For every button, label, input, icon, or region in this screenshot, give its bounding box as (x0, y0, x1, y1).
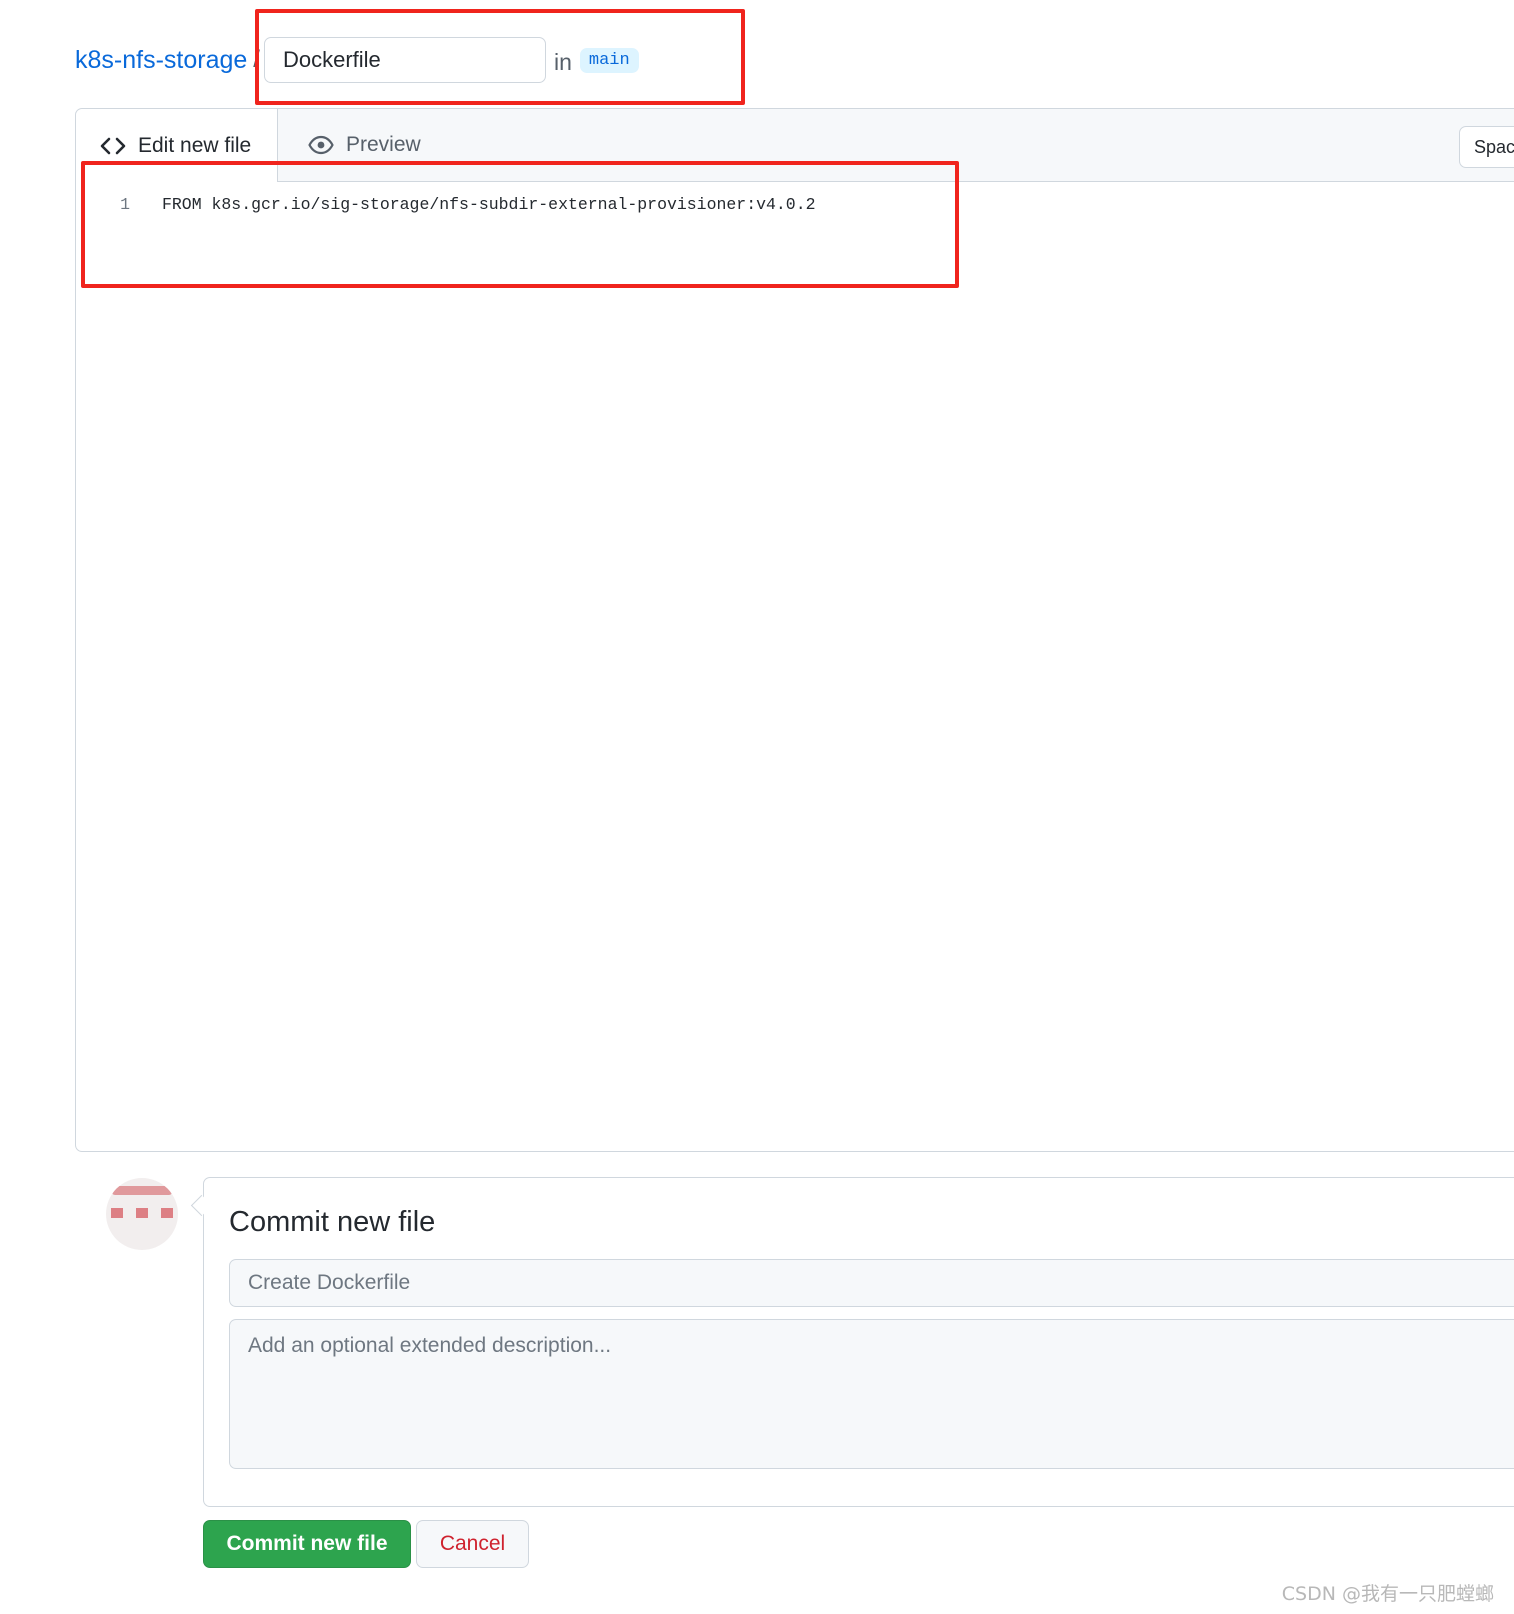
line-number: 1 (120, 195, 130, 214)
tab-preview-label: Preview (346, 133, 421, 156)
avatar (106, 1178, 178, 1250)
filename-input[interactable] (263, 37, 546, 83)
avatar-band (112, 1186, 172, 1195)
breadcrumb: k8s-nfs-storage / in main (75, 36, 639, 84)
commit-summary-input[interactable] (229, 1259, 1514, 1307)
tab-edit-label: Edit new file (138, 133, 252, 157)
file-editor: Edit new file Preview Spaces 1 FROM k8s.… (75, 108, 1514, 1152)
code-line[interactable]: 1 FROM k8s.gcr.io/sig-storage/nfs-subdir… (76, 195, 816, 214)
code-icon (100, 137, 126, 154)
branch-badge: main (579, 47, 639, 73)
avatar-dot (161, 1208, 173, 1218)
editor-tabs: Edit new file Preview Spaces (76, 109, 1514, 182)
commit-box: Commit new file (203, 1177, 1514, 1507)
breadcrumb-separator: / (253, 46, 260, 73)
tab-preview[interactable]: Preview (308, 109, 421, 181)
in-label: in (553, 48, 572, 75)
avatar-dot (136, 1208, 148, 1218)
page: k8s-nfs-storage / in main Edit new file … (0, 0, 1514, 1614)
avatar-dot (111, 1208, 123, 1218)
commit-title: Commit new file (229, 1206, 436, 1238)
tab-edit-new-file[interactable]: Edit new file (76, 109, 278, 182)
commit-description-textarea[interactable] (229, 1319, 1514, 1469)
repo-link[interactable]: k8s-nfs-storage (75, 46, 247, 75)
indent-mode-select[interactable]: Spaces (1459, 126, 1514, 168)
cancel-button[interactable]: Cancel (416, 1520, 529, 1568)
line-code[interactable]: FROM k8s.gcr.io/sig-storage/nfs-subdir-e… (162, 195, 816, 214)
commit-new-file-button[interactable]: Commit new file (203, 1520, 411, 1568)
watermark: CSDN @我有一只肥螳螂 (1281, 1583, 1494, 1605)
eye-icon (308, 135, 334, 155)
